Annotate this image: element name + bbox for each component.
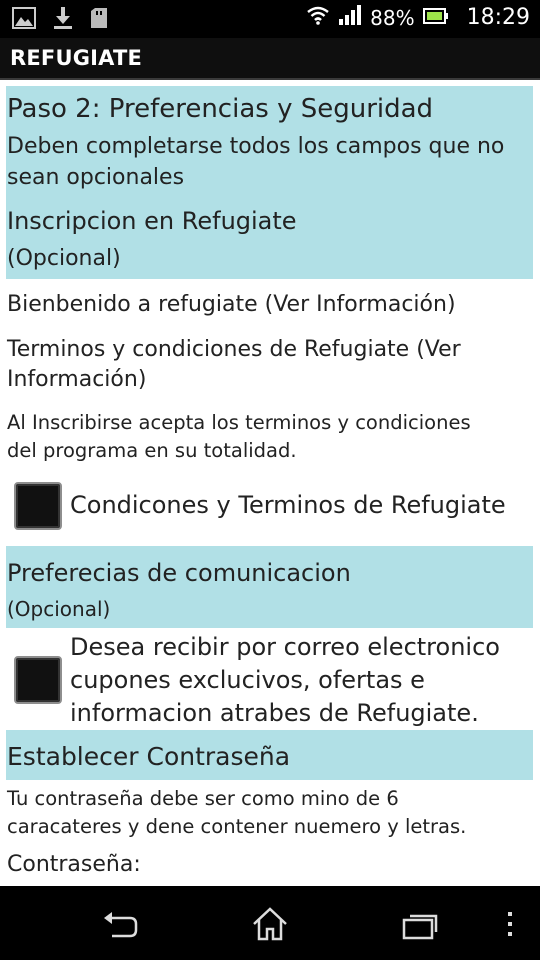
signal-icon — [338, 4, 362, 31]
step-subtitle-line2: sean opcionales — [7, 165, 185, 190]
terms-notice-line2: del programa en su totalidad. — [7, 439, 297, 462]
communication-optional: (Opcional) — [7, 597, 111, 621]
back-icon[interactable] — [100, 904, 140, 944]
sd-card-icon — [90, 7, 108, 33]
email-offers-label-line2[interactable]: cupones exclucivos, ofertas e — [70, 666, 425, 694]
status-bar: 88% 18:29 — [0, 0, 540, 38]
terms-checkbox[interactable] — [14, 482, 62, 530]
password-hint-line2: caracateres y dene contener nuemero y le… — [7, 815, 467, 838]
image-icon — [12, 7, 36, 33]
communication-title: Preferecias de comunicacion — [7, 559, 351, 587]
welcome-info-link[interactable]: Bienbenido a refugiate (Ver Información) — [7, 292, 467, 317]
email-offers-checkbox[interactable] — [14, 656, 62, 704]
form-content[interactable]: Paso 2: Preferencias y Seguridad Deben c… — [0, 80, 540, 886]
clock: 18:29 — [466, 5, 530, 30]
terms-info-link-line1[interactable]: Terminos y condiciones de Refugiate (Ver — [7, 337, 461, 362]
battery-icon — [422, 6, 449, 30]
navigation-bar — [0, 886, 540, 960]
terms-checkbox-label[interactable]: Condicones y Terminos de Refugiate — [70, 491, 506, 519]
password-hint-line1: Tu contraseña debe ser como mino de 6 — [7, 787, 399, 810]
step-subtitle-line1: Deben completarse todos los campos que n… — [7, 134, 505, 159]
download-icon — [52, 6, 74, 34]
wifi-icon — [306, 5, 330, 30]
terms-info-link-line2[interactable]: Información) — [7, 367, 146, 392]
app-title-bar: REFUGIATE — [0, 38, 540, 80]
step-title: Paso 2: Preferencias y Seguridad — [7, 94, 434, 124]
menu-icon[interactable] — [500, 904, 520, 944]
battery-percent: 88% — [370, 5, 415, 30]
email-offers-label-line3[interactable]: informacion atrabes de Refugiate. — [70, 699, 479, 727]
password-section-title: Establecer Contraseña — [7, 742, 291, 771]
email-offers-label-line1[interactable]: Desea recibir por correo electronico — [70, 633, 500, 661]
app-title: REFUGIATE — [10, 46, 143, 70]
password-field-label: Contraseña: — [7, 852, 141, 877]
home-icon[interactable] — [250, 904, 290, 944]
registration-optional: (Opcional) — [7, 246, 121, 271]
registration-title: Inscripcion en Refugiate — [7, 207, 297, 235]
terms-notice-line1: Al Inscribirse acepta los terminos y con… — [7, 411, 471, 434]
recent-apps-icon[interactable] — [400, 904, 440, 944]
